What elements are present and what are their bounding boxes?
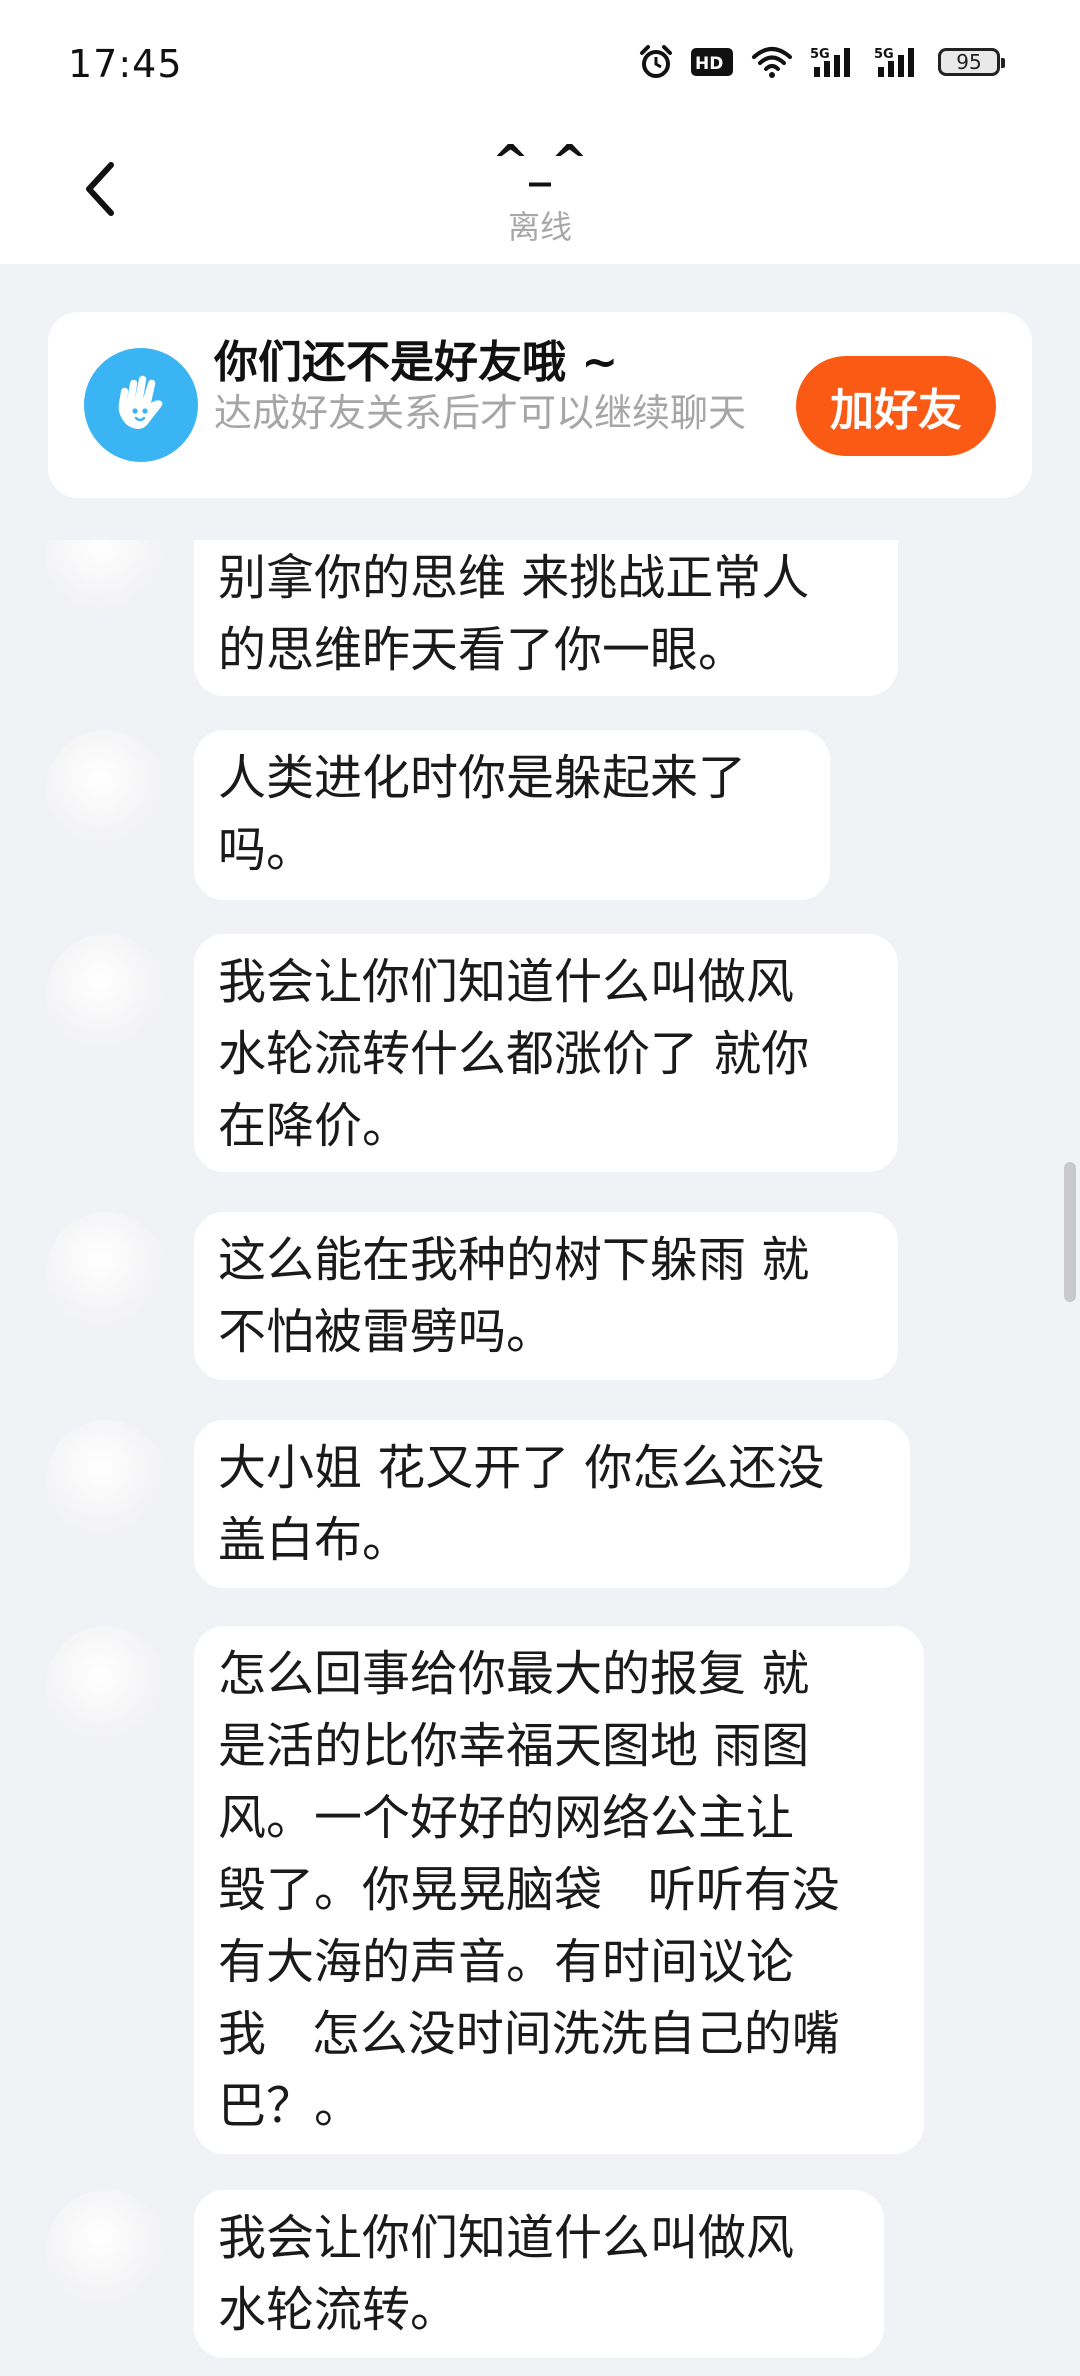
5g-signal-icon: 5G xyxy=(874,45,922,79)
status-bar: 17:45 HD 5G 5G 95 xyxy=(0,0,1080,130)
page-title: ^_^ xyxy=(492,136,588,187)
avatar[interactable] xyxy=(46,1420,166,1540)
notice-title: 你们还不是好友哦 ~ xyxy=(214,337,619,388)
message-bubble[interactable]: 我会让你们知道什么叫做风 水轮流转。 xyxy=(194,2190,884,2358)
notice-description: 达成好友关系后才可以继续聊天 xyxy=(214,391,747,435)
battery-level: 95 xyxy=(956,50,982,74)
avatar[interactable] xyxy=(46,1212,166,1332)
scrollbar-thumb[interactable] xyxy=(1064,1162,1076,1302)
avatar[interactable] xyxy=(46,2190,166,2310)
status-time: 17:45 xyxy=(68,42,183,86)
svg-text:HD: HD xyxy=(695,54,723,74)
friend-notice-card: 你们还不是好友哦 ~ 达成好友关系后才可以继续聊天 加好友 xyxy=(48,312,1032,498)
wifi-icon xyxy=(750,45,794,79)
message-list[interactable]: 别拿你的思维 来挑战正常人 的思维昨天看了你一眼。 人类进化时你是躲起来了 吗。… xyxy=(0,540,1080,2376)
avatar[interactable] xyxy=(46,730,166,850)
message-bubble[interactable]: 大小姐 花又开了 你怎么还没 盖白布。 xyxy=(194,1420,910,1588)
hd-icon: HD xyxy=(690,47,734,77)
wave-hand-icon xyxy=(84,348,198,462)
svg-text:5G: 5G xyxy=(874,47,894,62)
online-status: 离线 xyxy=(507,208,572,246)
svg-text:5G: 5G xyxy=(810,47,830,62)
status-icons: HD 5G 5G 95 xyxy=(638,44,1005,80)
add-friend-button[interactable]: 加好友 xyxy=(796,356,996,456)
message-bubble[interactable]: 怎么回事给你最大的报复 就 是活的比你幸福天图地 雨图 风。一个好好的网络公主让… xyxy=(194,1626,924,2154)
message-bubble[interactable]: 别拿你的思维 来挑战正常人 的思维昨天看了你一眼。 xyxy=(194,540,898,696)
message-bubble[interactable]: 这么能在我种的树下躲雨 就 不怕被雷劈吗。 xyxy=(194,1212,898,1380)
message-bubble[interactable]: 人类进化时你是躲起来了 吗。 xyxy=(194,730,830,900)
avatar[interactable] xyxy=(46,540,166,616)
battery-icon: 95 xyxy=(938,48,1005,76)
avatar[interactable] xyxy=(46,1626,166,1746)
alarm-icon xyxy=(638,44,674,80)
chat-header: ^_^ 离线 xyxy=(0,130,1080,264)
avatar[interactable] xyxy=(46,934,166,1054)
message-bubble[interactable]: 我会让你们知道什么叫做风 水轮流转什么都涨价了 就你 在降价。 xyxy=(194,934,898,1172)
5g-signal-icon: 5G xyxy=(810,45,858,79)
